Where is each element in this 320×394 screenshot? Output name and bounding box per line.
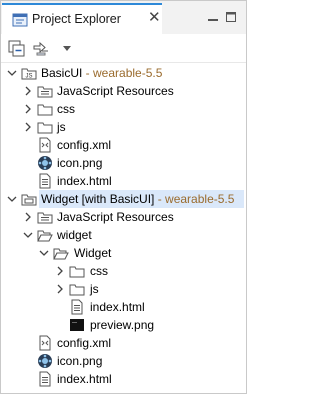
tab-project-explorer[interactable]: Project Explorer ✕ bbox=[2, 3, 162, 34]
chevron-down-icon[interactable] bbox=[7, 193, 17, 205]
tree-item-js-resources[interactable]: JavaScript Resources bbox=[1, 208, 246, 226]
tree-item-label: icon.png bbox=[57, 354, 103, 368]
tree-item-index-html[interactable]: index.html bbox=[1, 370, 246, 388]
close-icon[interactable]: ✕ bbox=[148, 10, 161, 25]
html-file-icon bbox=[71, 299, 83, 315]
tree-item-label: index.html bbox=[90, 300, 145, 314]
tree-item-folder-widget[interactable]: widget bbox=[1, 226, 246, 244]
tree-item-label: JavaScript Resources bbox=[57, 210, 174, 224]
web-project-icon: JS bbox=[21, 68, 37, 80]
collapse-all-icon[interactable] bbox=[7, 38, 27, 58]
chevron-down-icon[interactable] bbox=[23, 229, 33, 241]
xml-file-icon bbox=[39, 137, 51, 153]
tree-item-index-html[interactable]: index.html bbox=[1, 298, 246, 316]
view-menu-icon[interactable] bbox=[57, 38, 77, 58]
tree-item-label: Widget bbox=[74, 246, 112, 260]
maximize-icon[interactable] bbox=[224, 10, 238, 24]
chevron-right-icon[interactable] bbox=[23, 211, 33, 223]
html-file-icon bbox=[39, 173, 51, 189]
project-explorer-view: Project Explorer ✕ JS BasicUI - wearable… bbox=[0, 0, 247, 394]
chevron-right-icon[interactable] bbox=[23, 85, 33, 97]
tree-item-index-html[interactable]: index.html bbox=[1, 172, 246, 190]
tree-item-label: BasicUI - wearable-5.5 bbox=[41, 66, 163, 80]
view-tab-bar: Project Explorer ✕ bbox=[1, 1, 246, 34]
library-folder-icon bbox=[37, 212, 53, 224]
tree-item-folder-widget-sub[interactable]: Widget bbox=[1, 244, 246, 262]
folder-icon bbox=[37, 122, 53, 134]
tree-item-folder-js[interactable]: js bbox=[1, 118, 246, 136]
tree-item-folder-js[interactable]: js bbox=[1, 280, 246, 298]
tree-item-label: config.xml bbox=[57, 138, 112, 152]
folder-icon bbox=[37, 104, 53, 116]
chevron-down-icon[interactable] bbox=[39, 247, 49, 259]
chevron-down-icon[interactable] bbox=[7, 67, 17, 79]
tree-item-icon-png[interactable]: icon.png bbox=[1, 352, 246, 370]
tree-item-folder-css[interactable]: css bbox=[1, 100, 246, 118]
tab-title: Project Explorer bbox=[32, 12, 121, 26]
folder-icon bbox=[69, 284, 85, 296]
chevron-right-icon[interactable] bbox=[55, 283, 65, 295]
link-with-editor-icon[interactable] bbox=[31, 38, 51, 58]
library-folder-icon bbox=[37, 86, 53, 98]
chevron-right-icon[interactable] bbox=[23, 121, 33, 133]
svg-text:JS: JS bbox=[25, 74, 32, 80]
image-file-icon bbox=[70, 319, 84, 331]
tree-item-config-xml[interactable]: config.xml bbox=[1, 334, 246, 352]
tree-item-folder-css[interactable]: css bbox=[1, 262, 246, 280]
tree-item-label: icon.png bbox=[57, 156, 103, 170]
xml-file-icon bbox=[39, 335, 51, 351]
tree-item-basicui[interactable]: JS BasicUI - wearable-5.5 bbox=[1, 64, 246, 82]
html-file-icon bbox=[39, 371, 51, 387]
tree-item-label: Widget [with BasicUI] - wearable-5.5 bbox=[41, 192, 235, 206]
view-toolbar bbox=[1, 34, 246, 63]
tree-item-label: preview.png bbox=[90, 318, 155, 332]
open-folder-icon bbox=[53, 248, 69, 260]
tree-item-config-xml[interactable]: config.xml bbox=[1, 136, 246, 154]
web-project-icon bbox=[21, 194, 37, 206]
tree-item-js-resources[interactable]: JavaScript Resources bbox=[1, 82, 246, 100]
minimize-icon[interactable] bbox=[206, 10, 220, 24]
tree-item-label: css bbox=[57, 102, 75, 116]
tree-item-label: widget bbox=[57, 228, 92, 242]
image-file-icon bbox=[38, 354, 52, 368]
tree-item-label: css bbox=[90, 264, 108, 278]
tree-item-label: JavaScript Resources bbox=[57, 84, 174, 98]
chevron-right-icon[interactable] bbox=[55, 265, 65, 277]
open-folder-icon bbox=[37, 230, 53, 242]
tree-item-icon-png[interactable]: icon.png bbox=[1, 154, 246, 172]
tree-item-preview-png[interactable]: preview.png bbox=[1, 316, 246, 334]
folder-icon bbox=[69, 266, 85, 278]
tree-item-label: index.html bbox=[57, 372, 112, 386]
image-file-icon bbox=[38, 156, 52, 170]
tree-item-label: config.xml bbox=[57, 336, 112, 350]
tree-item-label: index.html bbox=[57, 174, 112, 188]
chevron-right-icon[interactable] bbox=[23, 103, 33, 115]
tree-item-label: js bbox=[90, 282, 99, 296]
project-explorer-icon bbox=[12, 13, 28, 27]
tree-item-widget-project[interactable]: Widget [with BasicUI] - wearable-5.5 bbox=[1, 190, 246, 208]
tree-item-label: js bbox=[57, 120, 66, 134]
